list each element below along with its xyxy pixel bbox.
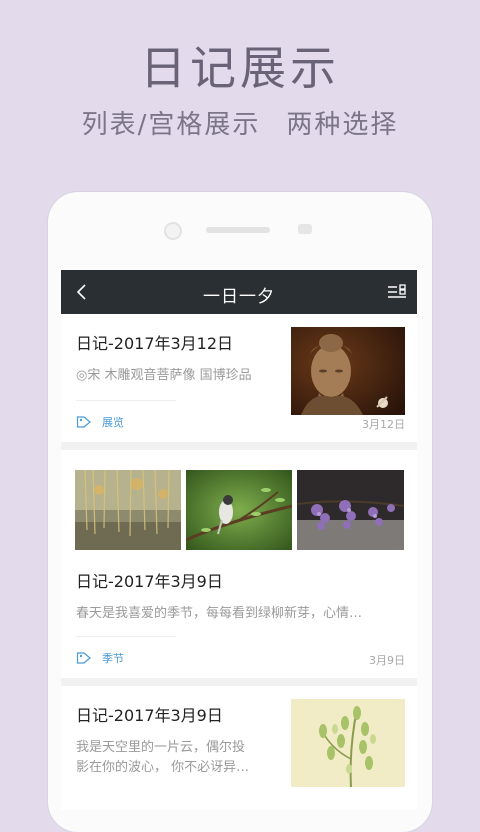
app-bar: 一日一夕 (61, 270, 417, 314)
app-title: 一日一夕 (203, 287, 275, 307)
green-plant-photo[interactable] (291, 699, 405, 787)
entry-excerpt-line: 影在你的波心， 你不必讶异… (76, 760, 250, 775)
entry-tag[interactable]: 季节 (76, 650, 124, 666)
diary-entry-card[interactable]: 日记-2017年3月9日 我是天空里的一片云，偶尔投 影在你的波心， 你不必讶异… (61, 686, 417, 810)
entry-excerpt: ◎宋 木雕观音菩萨像 国博珍品 (76, 368, 252, 383)
bird-on-branch-photo[interactable] (186, 470, 292, 550)
promo-subtitle: 列表/宫格展示 两种选择 (0, 104, 480, 141)
view-toggle-button[interactable] (385, 280, 409, 304)
promo-title: 日记展示 (140, 41, 340, 95)
front-camera (164, 222, 182, 240)
entry-date: 3月9日 (369, 654, 405, 667)
willow-trees-photo[interactable] (75, 470, 181, 550)
list-grid-toggle-icon (388, 284, 406, 298)
tag-label: 展览 (102, 416, 124, 429)
promo-subtitle-right: 两种选择 (286, 110, 399, 140)
tag-icon (76, 416, 91, 428)
proximity-sensor (298, 224, 312, 234)
entry-title: 日记-2017年3月12日 (76, 334, 234, 353)
entry-tag[interactable]: 展览 (76, 414, 124, 430)
tag-label: 季节 (102, 652, 124, 665)
wisteria-flowers-photo[interactable] (297, 470, 404, 550)
entry-date: 3月12日 (362, 418, 405, 431)
promo-subtitle-left: 列表/宫格展示 (81, 110, 261, 140)
diary-entry-card[interactable]: 日记-2017年3月12日 ◎宋 木雕观音菩萨像 国博珍品 展览 3月12日 (61, 314, 417, 442)
entry-excerpt: 春天是我喜爱的季节，每每看到绿柳新芽，心情… (76, 606, 363, 621)
phone-frame: 一日一夕 日记-2017年3月12日 ◎宋 木雕观音菩萨像 国博珍品 展览 3月… (48, 192, 432, 832)
app-screen: 一日一夕 日记-2017年3月12日 ◎宋 木雕观音菩萨像 国博珍品 展览 3月… (61, 270, 417, 810)
entry-title: 日记-2017年3月9日 (76, 572, 223, 591)
divider (76, 636, 176, 637)
buddha-statue-photo[interactable] (291, 327, 405, 415)
divider (76, 400, 176, 401)
entry-title: 日记-2017年3月9日 (76, 706, 223, 725)
tag-icon (76, 652, 91, 664)
earpiece-speaker (206, 227, 270, 233)
entry-excerpt-line: 我是天空里的一片云，偶尔投 (76, 740, 246, 755)
diary-entry-card[interactable]: 日记-2017年3月9日 春天是我喜爱的季节，每每看到绿柳新芽，心情… 季节 3… (61, 450, 417, 678)
